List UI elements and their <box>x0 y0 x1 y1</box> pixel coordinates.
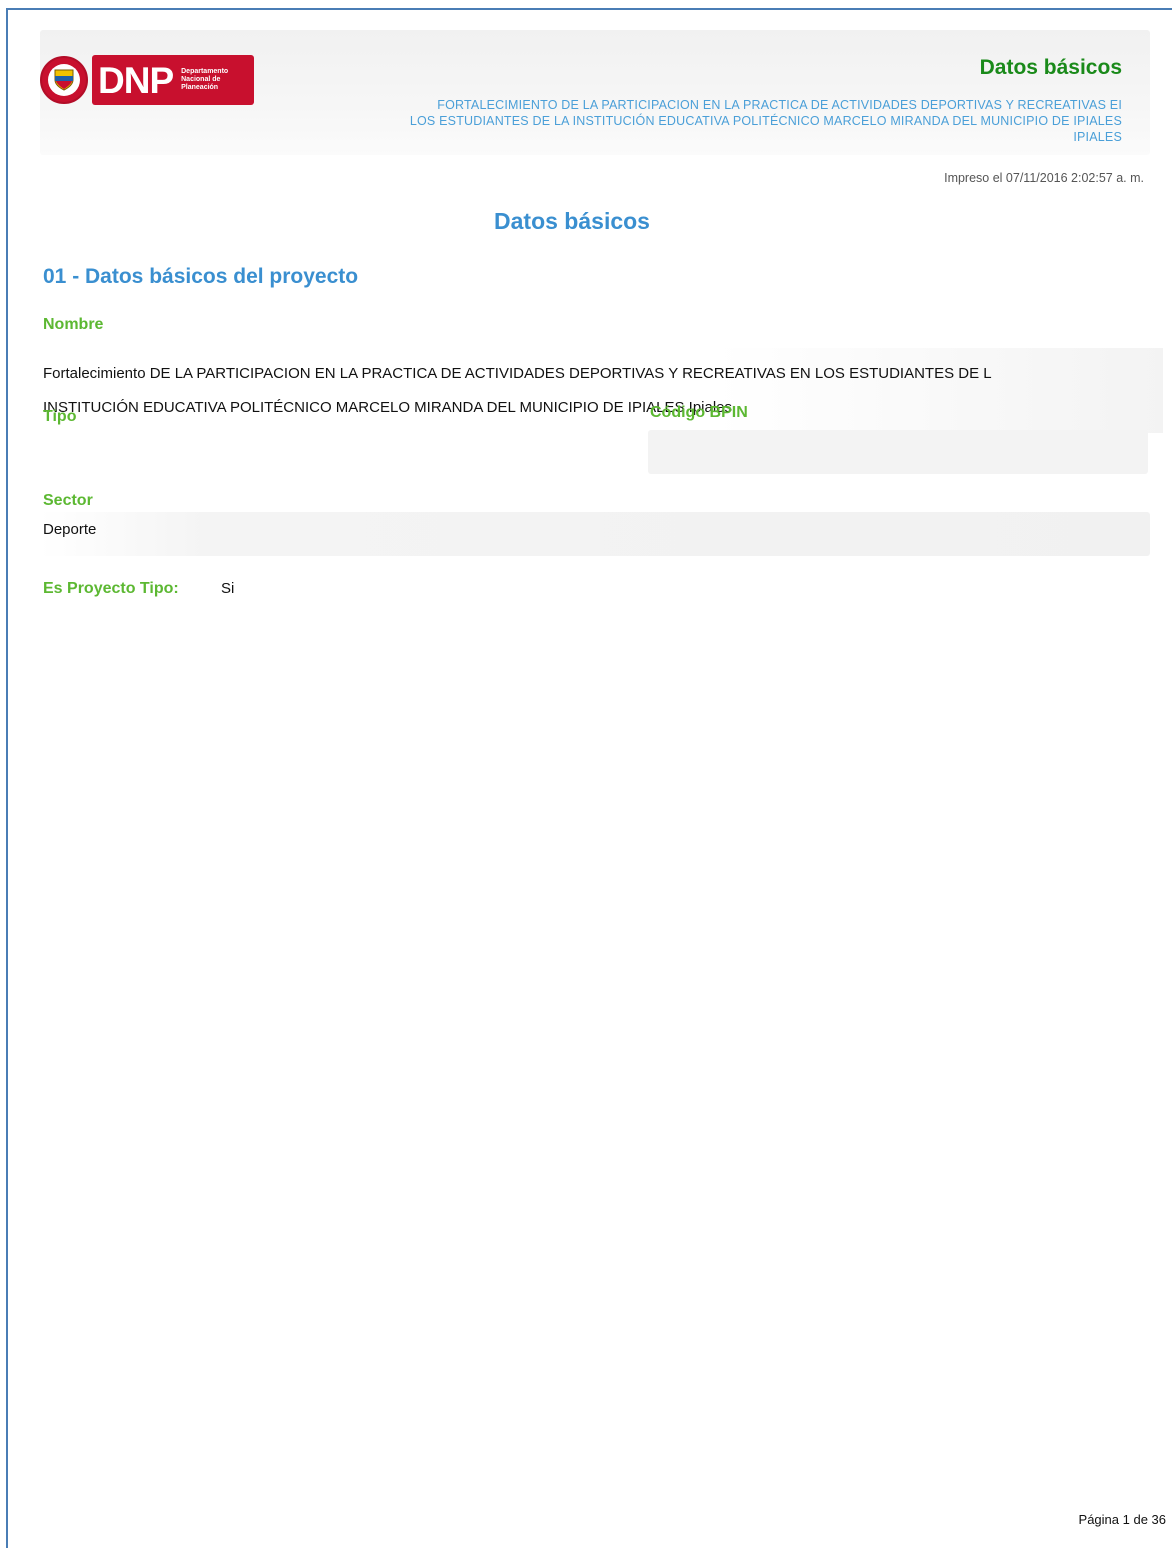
logo-text: DNP <box>98 59 174 101</box>
bpin-label: Código BPIN <box>650 404 748 421</box>
printed-timestamp: Impreso el 07/11/2016 2:02:57 a. m. <box>944 171 1144 185</box>
header-project-name: FORTALECIMIENTO DE LA PARTICIPACION EN L… <box>242 97 1122 145</box>
header-project-line: FORTALECIMIENTO DE LA PARTICIPACION EN L… <box>437 98 1122 112</box>
section-title: 01 - Datos básicos del proyecto <box>43 265 359 288</box>
sector-label: Sector <box>43 492 93 509</box>
coat-of-arms-icon <box>40 56 88 104</box>
proyecto-tipo-label: Es Proyecto Tipo: <box>43 580 179 597</box>
bpin-value-box <box>648 430 1148 474</box>
header-title: Datos básicos <box>979 56 1122 79</box>
nombre-line: INSTITUCIÓN EDUCATIVA POLITÉCNICO MARCEL… <box>43 399 733 416</box>
logo-subtitle: Departamento Nacional de Planeación <box>181 68 229 91</box>
page-frame <box>6 8 1172 1548</box>
tipo-label: Tipo <box>43 408 77 425</box>
dnp-logo-box: DNP Departamento Nacional de Planeación <box>92 55 254 105</box>
header-project-line: IPIALES <box>1073 130 1122 144</box>
sector-value: Deporte <box>43 521 97 538</box>
nombre-label: Nombre <box>43 316 104 333</box>
nombre-line: Fortalecimiento DE LA PARTICIPACION EN L… <box>43 365 992 382</box>
sector-value-box <box>40 512 1150 556</box>
nombre-value: Fortalecimiento DE LA PARTICIPACION EN L… <box>43 348 1163 433</box>
dnp-logo: DNP Departamento Nacional de Planeación <box>40 52 256 108</box>
document-title: Datos básicos <box>494 208 650 234</box>
proyecto-tipo-value: Si <box>221 580 235 597</box>
header-project-line: LOS ESTUDIANTES DE LA INSTITUCIÓN EDUCAT… <box>409 114 1122 128</box>
page-number: Página 1 de 36 <box>1078 1512 1166 1527</box>
